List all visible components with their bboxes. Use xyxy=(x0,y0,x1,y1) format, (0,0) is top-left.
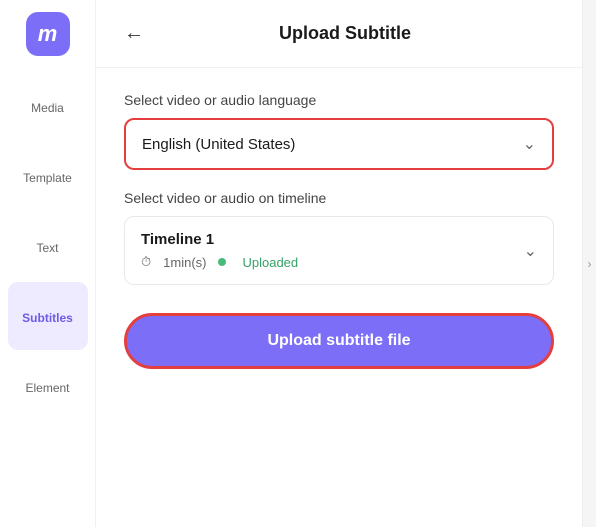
language-dropdown-wrapper: English (United States) ⌄ xyxy=(124,118,554,170)
timeline-card[interactable]: Timeline 1 ⏱ 1min(s) Uploaded ⌄ xyxy=(124,216,554,285)
language-selected-value: English (United States) xyxy=(142,136,295,153)
content-area: Select video or audio language English (… xyxy=(96,68,582,393)
timeline-duration: 1min(s) xyxy=(163,255,206,270)
sidebar-item-label-element: Element xyxy=(25,381,69,395)
clock-icon: ⏱ xyxy=(141,254,151,270)
upload-subtitle-button[interactable]: Upload subtitle file xyxy=(124,313,554,369)
back-button[interactable]: ← xyxy=(120,18,148,49)
language-section-label: Select video or audio language xyxy=(124,92,554,108)
timeline-chevron-icon: ⌄ xyxy=(524,241,537,261)
sidebar-item-label-media: Media xyxy=(31,101,64,115)
main-content: ← Upload Subtitle Select video or audio … xyxy=(96,0,582,527)
logo-letter: m xyxy=(38,21,58,47)
language-dropdown[interactable]: English (United States) ⌄ xyxy=(124,118,554,170)
sidebar-item-template[interactable]: Template xyxy=(8,142,88,210)
app-logo: m xyxy=(26,12,70,56)
timeline-info: Timeline 1 ⏱ 1min(s) Uploaded xyxy=(141,231,298,270)
sidebar-item-label-template: Template xyxy=(23,171,72,185)
chevron-down-icon: ⌄ xyxy=(523,134,536,154)
timeline-status: Uploaded xyxy=(242,255,298,270)
sidebar-item-element[interactable]: Element xyxy=(8,352,88,420)
page-title: Upload Subtitle xyxy=(160,23,558,44)
timeline-section: Select video or audio on timeline Timeli… xyxy=(124,190,554,285)
language-section: Select video or audio language English (… xyxy=(124,92,554,170)
sidebar-item-media[interactable]: Media xyxy=(8,72,88,140)
status-dot-icon xyxy=(218,258,226,266)
scroll-edge: › xyxy=(582,0,596,527)
chevron-right-icon: › xyxy=(588,257,592,271)
timeline-section-label: Select video or audio on timeline xyxy=(124,190,554,206)
sidebar-item-label-subtitles: Subtitles xyxy=(22,311,73,325)
timeline-meta: ⏱ 1min(s) Uploaded xyxy=(141,254,298,270)
sidebar: m Media Template xyxy=(0,0,96,527)
header: ← Upload Subtitle xyxy=(96,0,582,68)
sidebar-item-label-text: Text xyxy=(36,241,58,255)
sidebar-item-subtitles[interactable]: Subtitles xyxy=(8,282,88,350)
timeline-name: Timeline 1 xyxy=(141,231,298,248)
sidebar-item-text[interactable]: Text xyxy=(8,212,88,280)
